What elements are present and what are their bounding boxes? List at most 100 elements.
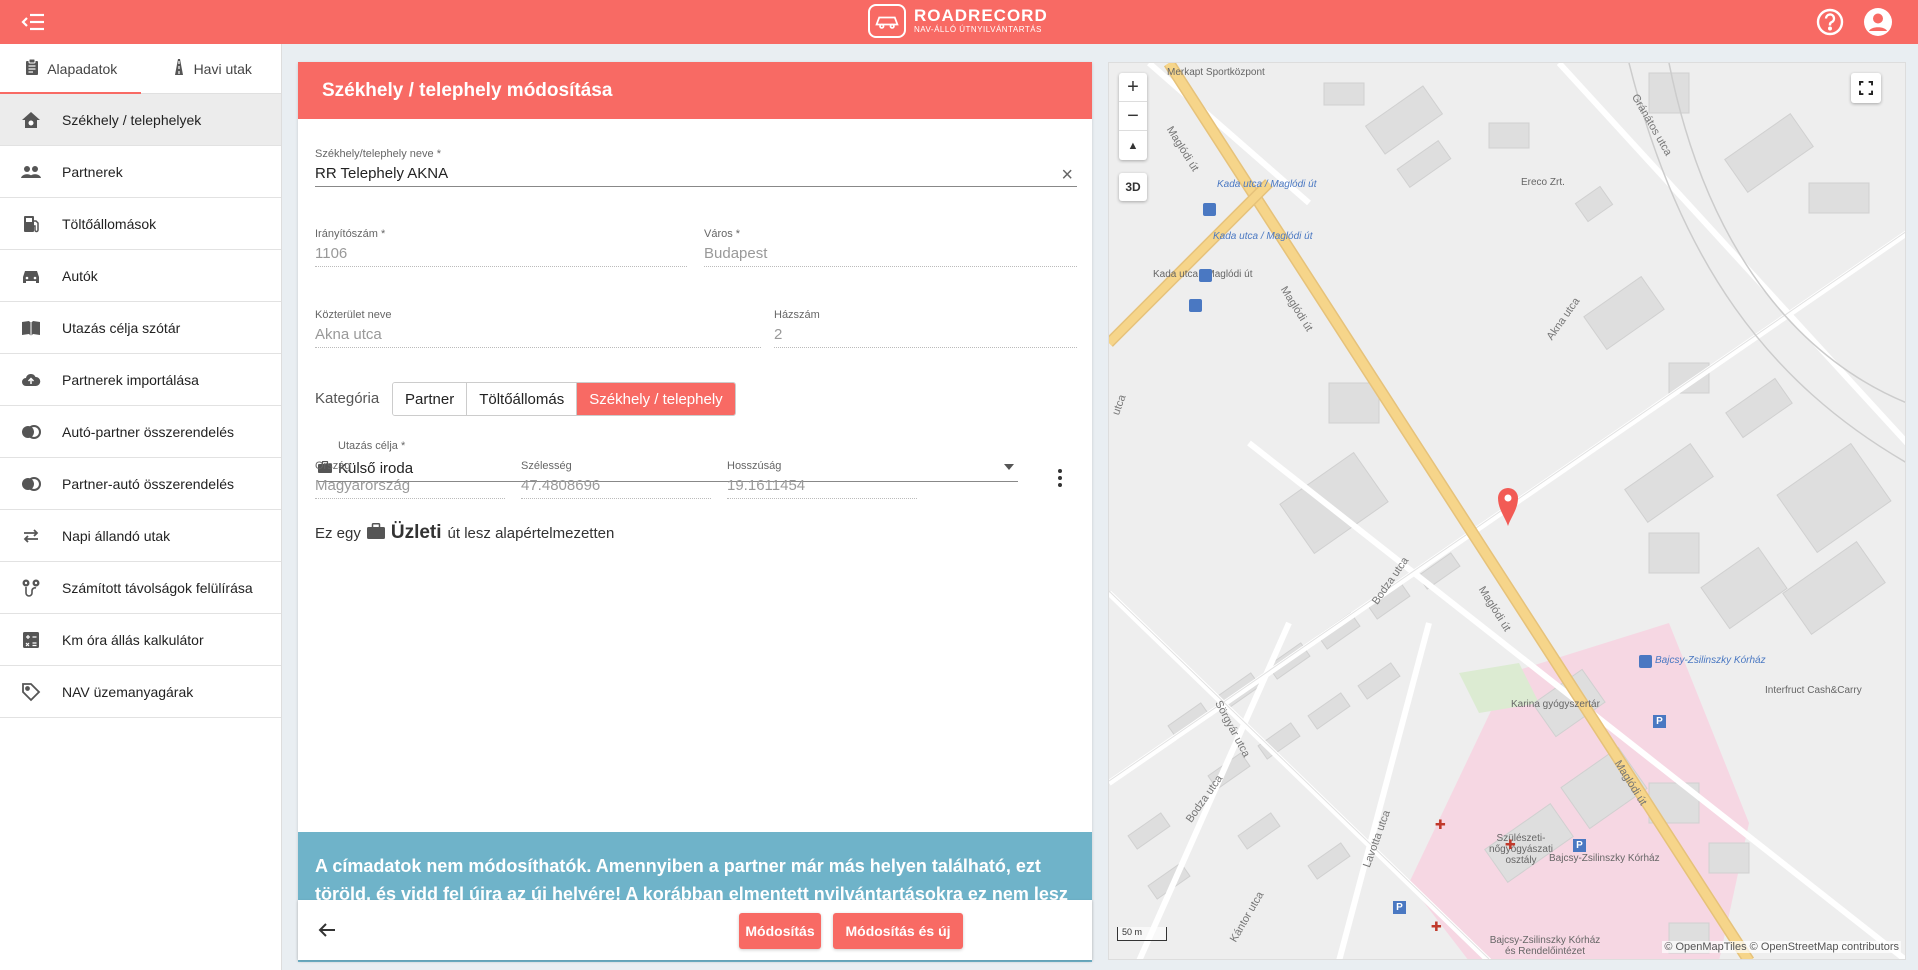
panel-title: Székhely / telephely módosítása [298,62,1092,119]
hospital-icon[interactable]: ✚ [1505,838,1517,851]
sidebar-item-toltoallomasok[interactable]: Töltőállomások [0,198,281,250]
longitude-field: Hosszúság 19.1611454 [727,460,917,499]
name-label: Székhely/telephely neve * [315,148,441,160]
house-number-field: Házszám 2 [774,309,1077,348]
default-trip-info: Ez egy Üzleti út lesz alapértelmezetten [315,522,614,544]
hospital-icon[interactable]: ✚ [1435,818,1447,831]
link-icon [20,421,42,443]
briefcase-icon [366,523,385,543]
map-label: Karina gyógyszertár [1511,699,1600,710]
house-number-label: Házszám [774,309,820,321]
name-field[interactable]: Székhely/telephely neve * RR Telephely A… [315,148,1077,187]
map-attribution[interactable]: © OpenMapTiles © OpenStreetMap contribut… [1662,941,1901,953]
link-icon [20,473,42,495]
map-label: Bajcsy-Zsilinszky Kórház [1549,853,1660,864]
parking-icon[interactable]: P [1393,901,1406,914]
sidebar-item-szekhely[interactable]: Székhely / telephelyek [0,94,281,146]
zoom-in-button[interactable]: + [1119,73,1147,102]
name-input[interactable]: RR Telephely AKNA × [315,165,1077,187]
zip-label: Irányítószám * [315,228,386,240]
sidebar-item-partner-auto[interactable]: Partner-autó összerendelés [0,458,281,510]
sidebar-item-label: Partnerek importálása [62,372,199,388]
tab-alapadatok[interactable]: Alapadatok [0,44,141,94]
sidebar-item-label: Székhely / telephelyek [62,112,202,128]
category-label: Kategória [315,390,380,407]
panel-footer: Módosítás Módosítás és új [298,900,1092,960]
app-logo[interactable]: ROADRECORD NAV-ÁLLÓ ÚTNYILVÁNTARTÁS [868,4,1048,38]
edit-panel: Székhely / telephely módosítása Székhely… [298,62,1092,962]
sidebar-item-label: Km óra állás kalkulátor [62,632,204,648]
back-arrow-icon[interactable] [316,919,338,941]
parking-icon[interactable]: P [1653,715,1666,728]
sidebar-item-km-ora-kalkulator[interactable]: Km óra állás kalkulátor [0,614,281,666]
clear-icon[interactable]: × [1061,165,1073,185]
map-label: Szülészeti-nőgyógyászati osztály [1489,833,1553,866]
more-options-icon[interactable] [1050,466,1070,490]
category-partner-button[interactable]: Partner [393,383,468,415]
calculator-icon [20,629,42,651]
parking-icon[interactable]: P [1573,839,1586,852]
bus-stop-icon[interactable] [1639,655,1652,668]
sidebar-item-label: Számított távolságok felülírása [62,580,253,596]
route-icon [20,577,42,599]
house-number-input: 2 [774,326,1077,348]
clipboard-icon [23,58,41,79]
map-label: Interfruct Cash&Carry [1765,685,1862,696]
name-value: RR Telephely AKNA [315,165,449,182]
category-szekhely-button[interactable]: Székhely / telephely [577,383,735,415]
country-label: Ország [315,460,351,472]
bus-stop-icon[interactable] [1203,203,1216,216]
zip-field: Irányítószám * 1106 [315,228,687,267]
map-label: Ereco Zrt. [1521,177,1565,188]
sidebar-item-szamitott-tavolsagok[interactable]: Számított távolságok felülírása [0,562,281,614]
map-label: Merkapt Sportközpont [1167,67,1265,78]
category-toltoallomas-button[interactable]: Töltőállomás [467,383,578,415]
modify-button[interactable]: Módosítás [739,913,821,949]
zip-input: 1106 [315,245,687,267]
fullscreen-icon[interactable] [1851,73,1881,103]
info-prefix: Ez egy [315,524,361,542]
sidebar-item-auto-partner[interactable]: Autó-partner összerendelés [0,406,281,458]
sidebar-item-label: Autó-partner összerendelés [62,424,234,440]
fuel-pump-icon [20,213,42,235]
latitude-label: Szélesség [521,460,572,472]
repeat-icon [20,525,42,547]
bus-stop-icon[interactable] [1199,269,1212,282]
sidebar-item-partnerek-importalasa[interactable]: Partnerek importálása [0,354,281,406]
info-suffix: út lesz alapértelmezetten [447,524,615,542]
sidebar-item-label: Autók [62,268,98,284]
map-zoom-controls: + − ▲ [1119,73,1147,160]
zoom-out-button[interactable]: − [1119,102,1147,131]
sidebar-item-partnerek[interactable]: Partnerek [0,146,281,198]
sidebar-item-label: Partner-autó összerendelés [62,476,234,492]
sidebar-menu: Székhely / telephelyek Partnerek Töltőál… [0,94,281,718]
location-pin-icon[interactable] [1497,487,1519,527]
map-label: Kada utca / Maglódi út [1213,231,1313,242]
sidebar-item-napi-allando-utak[interactable]: Napi állandó utak [0,510,281,562]
sidebar: Alapadatok Havi utak Székhely / telephel… [0,44,282,970]
country-field: Ország Magyarország [315,460,505,499]
map-view[interactable]: Merkapt Sportközpont Kada utca / Maglódi… [1108,62,1906,960]
sidebar-item-utazas-celja[interactable]: Utazás célja szótár [0,302,281,354]
category-toggle-group: Partner Töltőállomás Székhely / telephel… [392,382,736,416]
account-icon[interactable] [1862,6,1894,38]
sidebar-item-autok[interactable]: Autók [0,250,281,302]
road-icon [170,58,188,79]
help-icon[interactable] [1815,7,1845,37]
3d-toggle-button[interactable]: 3D [1119,173,1147,201]
longitude-input: 19.1611454 [727,477,917,499]
hospital-icon[interactable]: ✚ [1431,920,1443,933]
sidebar-item-nav-uzemanyagarak[interactable]: NAV üzemanyagárak [0,666,281,718]
tab-havi-utak[interactable]: Havi utak [141,44,282,93]
country-input: Magyarország [315,477,505,499]
longitude-label: Hosszúság [727,460,782,472]
dropdown-caret-icon[interactable] [1004,464,1014,470]
bus-stop-icon[interactable] [1189,299,1202,312]
menu-collapse-icon[interactable] [20,10,46,34]
car-logo-icon [868,4,906,38]
modify-and-new-button[interactable]: Módosítás és új [833,913,963,949]
sidebar-item-label: Napi állandó utak [62,528,171,544]
compass-button[interactable]: ▲ [1119,131,1147,160]
tab-alapadatok-label: Alapadatok [47,60,118,77]
home-gear-icon [20,109,42,131]
